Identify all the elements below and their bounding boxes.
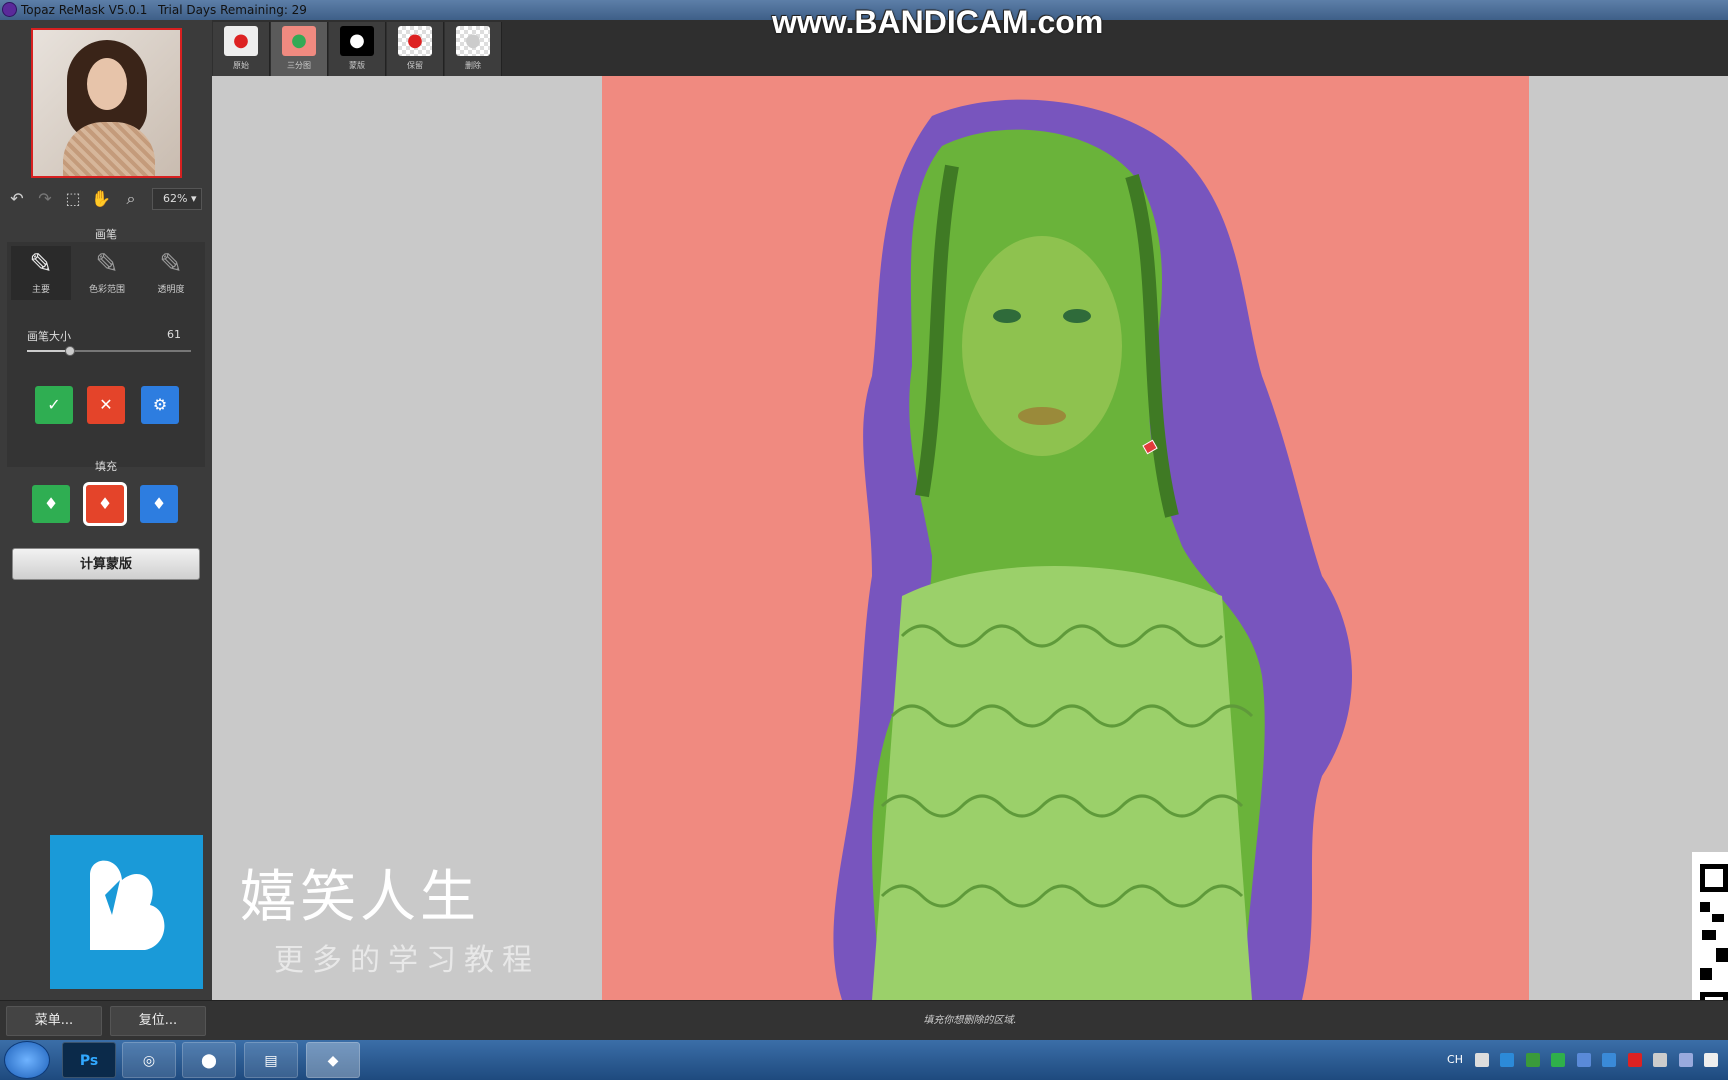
wechat-icon[interactable] bbox=[1551, 1053, 1565, 1067]
drop-brush-icon: ✕ bbox=[99, 395, 113, 414]
apple-mask-icon: ● bbox=[340, 26, 374, 56]
system-tray: CH bbox=[1447, 1040, 1718, 1080]
left-panel: ↶ ↷ ⬚ ✋ ⌕ 62% ▾ 画笔 ✎ 主要 ✎ 色彩范围 ✎ 透明度 画笔大… bbox=[0, 20, 212, 1000]
volume-icon[interactable] bbox=[1704, 1053, 1718, 1067]
brush-panel: ✎ 主要 ✎ 色彩范围 ✎ 透明度 画笔大小 61 ✓ ✕ ⚙ bbox=[7, 242, 205, 467]
tab-keep-label: 保留 bbox=[407, 61, 423, 70]
keep-fill-button[interactable]: ♦ bbox=[32, 485, 70, 523]
trimap-photo[interactable] bbox=[602, 76, 1529, 1000]
tab-mask-label: 蒙版 bbox=[349, 61, 365, 70]
main-brush-label: 主要 bbox=[31, 285, 50, 295]
taskbar-topaz-icon[interactable]: ◆ bbox=[306, 1042, 360, 1078]
start-button-icon[interactable] bbox=[4, 1041, 50, 1079]
portrait-mask-illustration bbox=[833, 99, 1352, 1000]
redo-icon[interactable]: ↷ bbox=[34, 188, 56, 210]
heart-logo-icon bbox=[90, 860, 165, 950]
overlay-channel-subtitle: 更多的学习教程 bbox=[274, 943, 540, 978]
status-hint: 填充你想删除的区域. bbox=[923, 1015, 1017, 1026]
view-toolbar: ↶ ↷ ⬚ ✋ ⌕ 62% ▾ bbox=[0, 184, 212, 214]
apple-drop-icon: ● bbox=[456, 26, 490, 56]
undo-icon[interactable]: ↶ bbox=[6, 188, 28, 210]
zoom-value: 62% bbox=[163, 192, 188, 205]
bandicam-watermark: www.BANDICAM.com bbox=[772, 4, 1104, 40]
brush-icon: ✎ bbox=[29, 247, 53, 280]
compute-brush-button[interactable]: ⚙ bbox=[141, 386, 179, 424]
brush-size-slider[interactable] bbox=[27, 346, 191, 356]
shield-icon[interactable] bbox=[1525, 1053, 1540, 1067]
compute-fill-button[interactable]: ♦ bbox=[140, 485, 178, 523]
keep-fill-icon: ♦ bbox=[43, 494, 59, 513]
taskbar-app-s-icon[interactable]: ◎ bbox=[122, 1042, 176, 1078]
main-brush-tool[interactable]: ✎ 主要 bbox=[11, 246, 71, 300]
wifi-icon[interactable] bbox=[1678, 1053, 1693, 1067]
apple-keep-icon: ● bbox=[398, 26, 432, 56]
apple-trimap-icon: ● bbox=[282, 26, 316, 56]
zoom-select[interactable]: 62% ▾ bbox=[152, 188, 202, 210]
trial-days-text: Trial Days Remaining: 29 bbox=[158, 3, 307, 17]
overlay-channel-title: 嬉笑人生 bbox=[240, 865, 480, 930]
tab-drop[interactable]: ● 删除 bbox=[445, 22, 502, 76]
thumb-face bbox=[87, 58, 127, 110]
tab-original[interactable]: ● 原始 bbox=[213, 22, 270, 76]
color-range-brush-icon: ✎ bbox=[95, 247, 119, 280]
fill-section-title: 填充 bbox=[95, 460, 117, 473]
transparency-brush-tool[interactable]: ✎ 透明度 bbox=[141, 246, 201, 300]
record-icon[interactable] bbox=[1627, 1053, 1642, 1067]
input-language[interactable]: CH bbox=[1447, 1053, 1463, 1066]
brush-section-title: 画笔 bbox=[95, 228, 117, 241]
taskbar-explorer-icon[interactable]: ▤ bbox=[244, 1042, 298, 1078]
browser-icon[interactable] bbox=[1602, 1053, 1616, 1067]
tray-misc-icon[interactable] bbox=[1653, 1053, 1667, 1067]
compute-mask-button[interactable]: 计算蒙版 bbox=[12, 548, 200, 580]
network-icon[interactable] bbox=[1576, 1053, 1591, 1067]
tab-keep[interactable]: ● 保留 bbox=[387, 22, 444, 76]
app-title: Topaz ReMask V5.0.1 bbox=[21, 3, 148, 17]
photoshop-label: Ps bbox=[79, 1053, 99, 1069]
drop-fill-icon: ♦ bbox=[97, 494, 113, 513]
bottom-bar: 菜单... 复位... 填充你想删除的区域. bbox=[0, 1000, 1728, 1040]
marquee-select-icon[interactable]: ⬚ bbox=[62, 188, 84, 210]
transparency-brush-label: 透明度 bbox=[157, 285, 185, 295]
tab-trimap[interactable]: ● 三分图 bbox=[271, 22, 328, 76]
brush-size-label: 画笔大小 bbox=[27, 330, 71, 343]
tab-mask[interactable]: ● 蒙版 bbox=[329, 22, 386, 76]
color-range-brush-tool[interactable]: ✎ 色彩范围 bbox=[77, 246, 137, 300]
compute-fill-icon: ♦ bbox=[151, 494, 167, 513]
hand-pan-icon[interactable]: ✋ bbox=[90, 188, 112, 210]
tab-drop-label: 删除 bbox=[465, 61, 481, 70]
slider-fill bbox=[27, 350, 70, 352]
keyboard-icon[interactable] bbox=[1474, 1053, 1489, 1067]
menu-button[interactable]: 菜单... bbox=[6, 1006, 102, 1036]
tray-app-icon[interactable] bbox=[1500, 1053, 1514, 1067]
zoom-magnifier-icon[interactable]: ⌕ bbox=[120, 188, 142, 210]
slider-knob[interactable] bbox=[64, 346, 75, 356]
apple-red-icon: ● bbox=[224, 26, 258, 56]
taskbar-photoshop[interactable]: Ps bbox=[62, 1042, 116, 1078]
transparency-brush-icon: ✎ bbox=[159, 247, 183, 280]
windows-taskbar: Ps ◎ ⬤ ▤ ◆ CH bbox=[0, 1040, 1728, 1080]
color-range-brush-label: 色彩范围 bbox=[88, 285, 125, 295]
reset-button[interactable]: 复位... bbox=[110, 1006, 206, 1036]
brush-size-value: 61 bbox=[167, 328, 181, 341]
tab-original-label: 原始 bbox=[233, 61, 249, 70]
compute-brush-icon: ⚙ bbox=[152, 395, 168, 414]
drop-brush-button[interactable]: ✕ bbox=[87, 386, 125, 424]
keep-brush-button[interactable]: ✓ bbox=[35, 386, 73, 424]
drop-fill-button[interactable]: ♦ bbox=[83, 482, 127, 526]
taskbar-bandicam-icon[interactable]: ⬤ bbox=[182, 1042, 236, 1078]
topaz-app-icon bbox=[2, 2, 17, 17]
navigator-thumbnail[interactable] bbox=[31, 28, 182, 178]
channel-logo bbox=[50, 835, 203, 989]
tab-trimap-label: 三分图 bbox=[287, 61, 311, 70]
keep-brush-icon: ✓ bbox=[47, 395, 61, 414]
